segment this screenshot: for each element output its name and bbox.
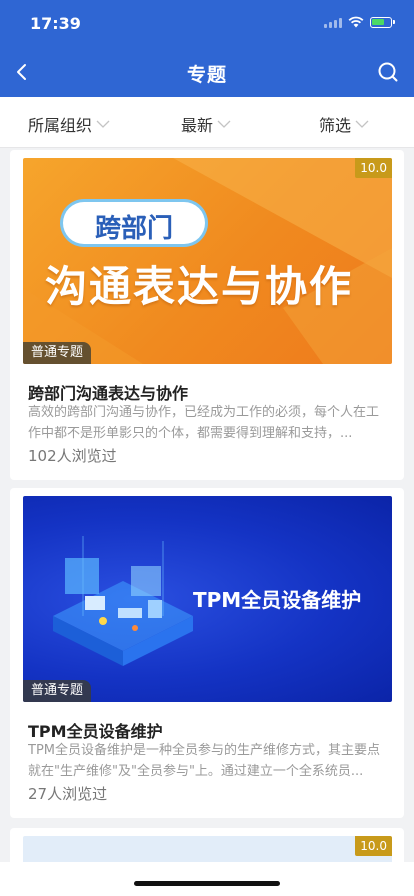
filter-label: 最新 — [181, 116, 214, 135]
card-title: TPM全员设备维护 — [28, 722, 163, 741]
wifi-icon — [348, 16, 364, 28]
card-description: 高效的跨部门沟通与协作，已经成为工作的必须，每个人在工作中都不是形单影只的个体，… — [28, 405, 380, 441]
chevron-down-icon — [96, 120, 110, 128]
status-time: 17:39 — [30, 14, 81, 33]
signal-icon — [324, 16, 342, 28]
status-icons — [324, 16, 395, 28]
home-indicator — [134, 881, 280, 886]
filter-screen[interactable]: 筛选 — [319, 112, 369, 136]
topic-tag: 普通专题 — [23, 680, 92, 702]
chevron-down-icon — [217, 120, 231, 128]
card-title: 跨部门沟通表达与协作 — [28, 384, 189, 403]
screen: 17:39 专题 所属组织 最新 筛选 跨部门 沟通表达与协作 10.0 普通专… — [0, 0, 414, 896]
score-badge: 10.0 — [355, 836, 392, 856]
topic-tag: 普通专题 — [23, 342, 92, 364]
card-description: TPM全员设备维护是一种全员参与的生产维修方式，其主要点就在"生产维修"及"全员… — [28, 743, 380, 779]
score-badge: 10.0 — [355, 158, 392, 178]
view-count: 102人浏览过 — [28, 447, 117, 465]
filter-latest[interactable]: 最新 — [181, 112, 231, 136]
filter-label: 所属组织 — [28, 116, 93, 135]
view-count: 27人浏览过 — [28, 785, 108, 803]
cover-heading-large: 沟通表达与协作 — [45, 262, 354, 311]
filter-label: 筛选 — [319, 116, 352, 135]
filter-organization[interactable]: 所属组织 — [28, 112, 110, 136]
topic-card[interactable]: 跨部门 沟通表达与协作 10.0 普通专题 跨部门沟通表达与协作 高效的跨部门沟… — [10, 150, 404, 480]
search-button[interactable] — [376, 60, 400, 84]
chevron-down-icon — [355, 120, 369, 128]
topic-card[interactable]: TPM全员设备维护 普通专题 TPM全员设备维护 TPM全员设备维护是一种全员参… — [10, 488, 404, 818]
page-title: 专题 — [186, 64, 227, 86]
filter-bar: 所属组织 最新 筛选 — [0, 97, 414, 148]
battery-icon — [370, 16, 395, 28]
card-cover: TPM全员设备维护 普通专题 — [23, 496, 392, 702]
bottom-safe-area — [0, 862, 414, 896]
cover-heading-small: 跨部门 — [94, 214, 173, 244]
cover-heading: TPM全员设备维护 — [193, 588, 362, 612]
card-cover: 跨部门 沟通表达与协作 10.0 普通专题 — [23, 158, 392, 364]
app-header: 17:39 专题 — [0, 0, 414, 97]
